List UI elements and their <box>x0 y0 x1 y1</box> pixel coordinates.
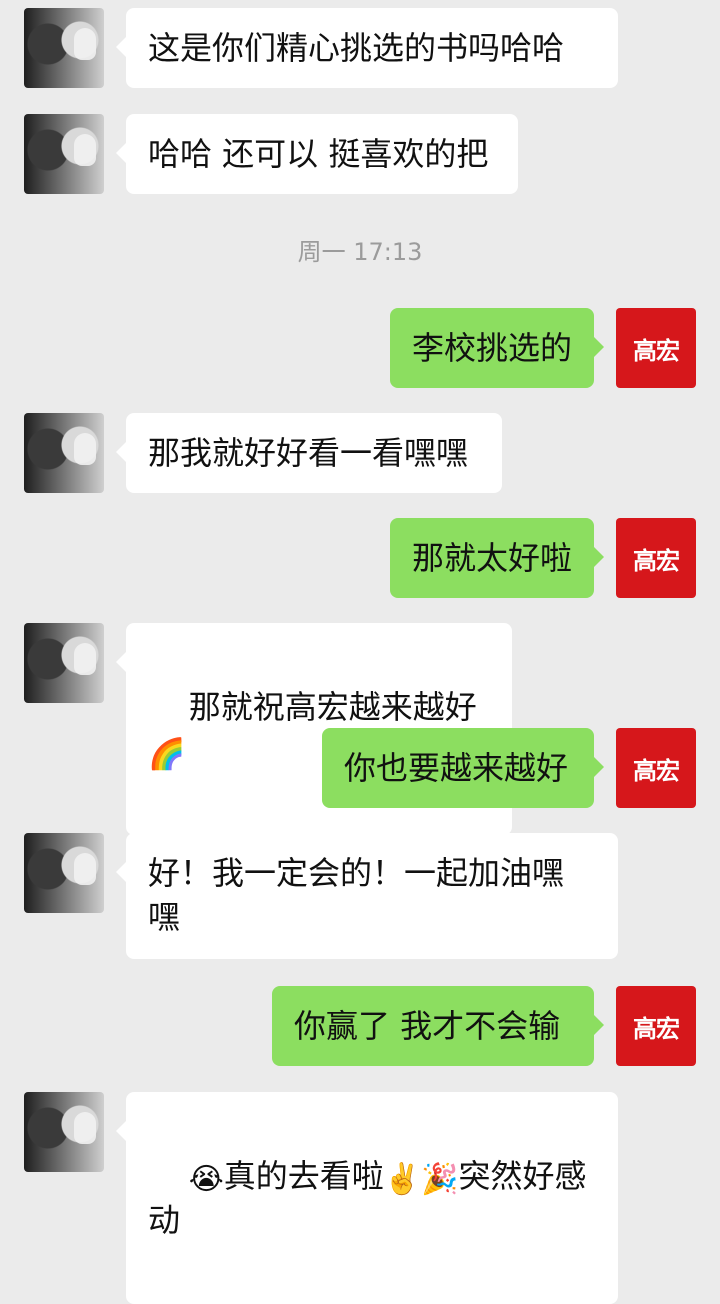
avatar[interactable]: 高宏 <box>616 728 696 808</box>
message-bubble[interactable]: 李校挑选的 <box>390 308 604 388</box>
message-row: 那我就好好看一看嘿嘿 <box>0 413 720 493</box>
crying-face-icon: 😭 <box>188 1162 224 1197</box>
timestamp: 周一 17:13 <box>297 238 423 266</box>
message-row: 高宏 那就太好啦 <box>0 518 720 598</box>
avatar[interactable]: 高宏 <box>616 986 696 1066</box>
message-text: 那就祝高宏越来越好 <box>188 688 477 726</box>
avatar[interactable]: 高宏 <box>616 308 696 388</box>
avatar[interactable] <box>24 833 104 913</box>
message-row: 这是你们精心挑选的书吗哈哈 <box>0 8 720 88</box>
victory-hand-icon: ✌️ <box>383 1162 422 1197</box>
message-text: 真的去看啦 <box>223 1157 384 1195</box>
message-bubble[interactable]: 这是你们精心挑选的书吗哈哈 <box>116 8 618 88</box>
message-row: 好！我一定会的！一起加油嘿 嘿 <box>0 833 720 959</box>
message-bubble[interactable]: 你也要越来越好 <box>322 728 604 808</box>
avatar[interactable] <box>24 623 104 703</box>
avatar[interactable] <box>24 413 104 493</box>
brand-logo: 高宏 <box>633 546 680 575</box>
brand-logo: 高宏 <box>633 756 680 785</box>
avatar[interactable] <box>24 8 104 88</box>
brand-logo: 高宏 <box>633 336 680 365</box>
avatar[interactable] <box>24 1092 104 1172</box>
message-bubble[interactable]: 你赢了 我才不会输 <box>272 986 604 1066</box>
message-row: 高宏 李校挑选的 <box>0 308 720 388</box>
message-bubble[interactable]: 那就太好啦 <box>390 518 604 598</box>
message-bubble[interactable]: 😭真的去看啦✌️🎉突然好感动 <box>116 1092 618 1304</box>
message-row: 😭真的去看啦✌️🎉突然好感动 <box>0 1092 720 1304</box>
message-row: 高宏 你赢了 我才不会输 <box>0 986 720 1066</box>
avatar[interactable] <box>24 114 104 194</box>
message-row: 高宏 你也要越来越好 <box>0 728 720 808</box>
message-bubble[interactable]: 那我就好好看一看嘿嘿 <box>116 413 502 493</box>
avatar[interactable]: 高宏 <box>616 518 696 598</box>
message-row: 哈哈 还可以 挺喜欢的把 <box>0 114 720 194</box>
brand-logo: 高宏 <box>633 1014 680 1043</box>
message-bubble[interactable]: 好！我一定会的！一起加油嘿 嘿 <box>116 833 618 959</box>
message-row: 那就祝高宏越来越好🌈 <box>0 623 720 835</box>
party-popper-icon: 🎉 <box>421 1162 459 1197</box>
message-bubble[interactable]: 哈哈 还可以 挺喜欢的把 <box>116 114 518 194</box>
